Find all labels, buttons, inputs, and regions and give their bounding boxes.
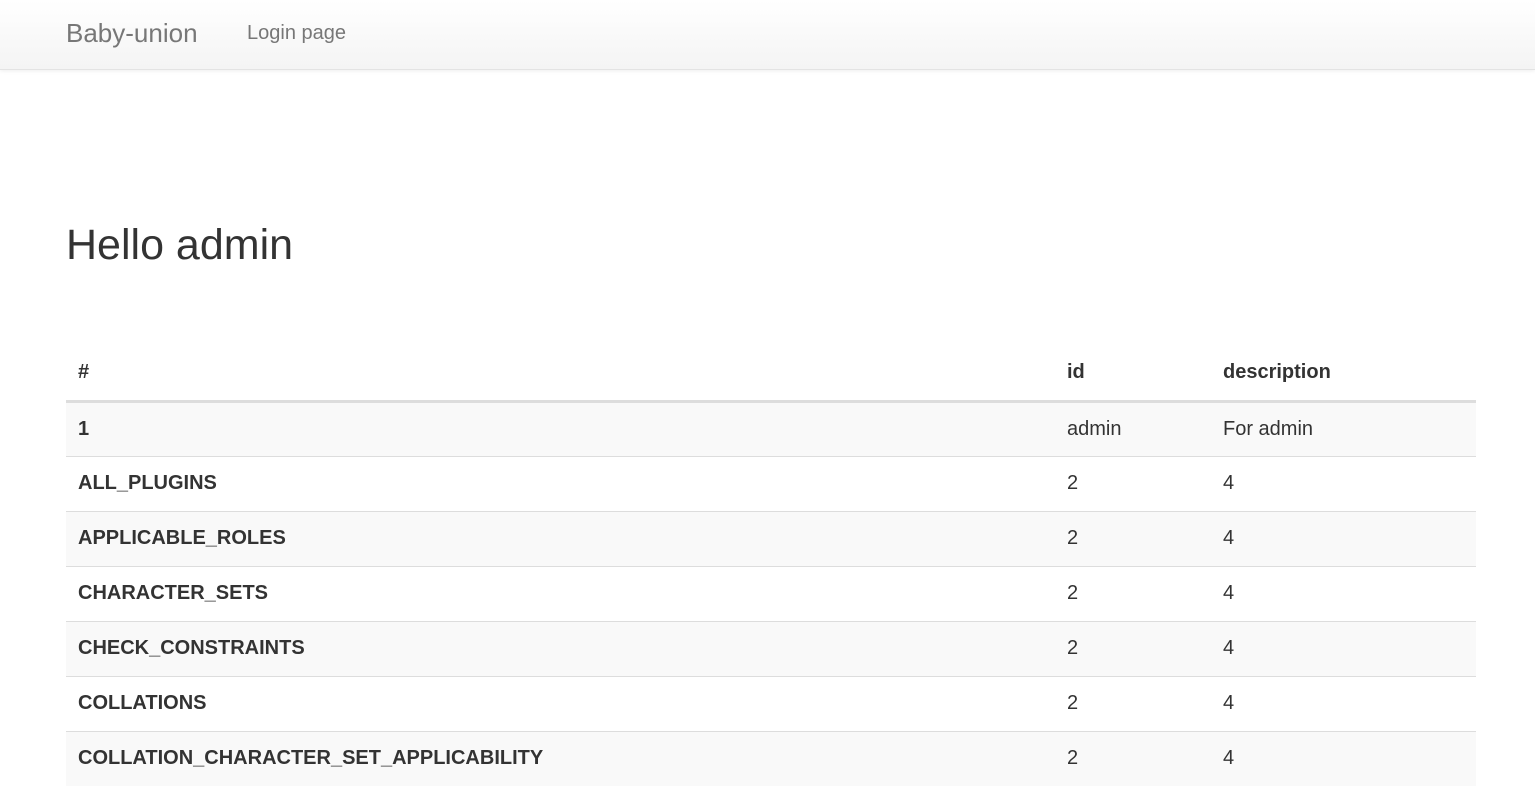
table-row: APPLICABLE_ROLES 2 4	[66, 510, 1476, 566]
row-number-cell: APPLICABLE_ROLES	[66, 510, 1055, 566]
row-number-cell: CHECK_CONSTRAINTS	[66, 620, 1055, 676]
row-description-cell: 4	[1211, 565, 1476, 621]
row-id-cell: 2	[1055, 675, 1211, 731]
row-description-cell: 4	[1211, 455, 1476, 511]
row-number-cell: 1	[66, 400, 1055, 456]
row-id-cell: 2	[1055, 620, 1211, 676]
table-row: CHARACTER_SETS 2 4	[66, 565, 1476, 621]
table-header-row: # id description	[66, 345, 1476, 403]
table-row: COLLATIONS 2 4	[66, 675, 1476, 731]
row-number-cell: COLLATIONS	[66, 675, 1055, 731]
row-id-cell: admin	[1055, 400, 1211, 456]
row-id-cell: 2	[1055, 510, 1211, 566]
top-navbar: Baby-union Login page	[0, 0, 1535, 70]
page-title: Hello admin	[66, 221, 294, 269]
table-row: ALL_PLUGINS 2 4	[66, 455, 1476, 511]
row-number-cell: CHARACTER_SETS	[66, 565, 1055, 621]
row-description-cell: 4	[1211, 620, 1476, 676]
row-number-cell: ALL_PLUGINS	[66, 455, 1055, 511]
table-row: COLLATION_CHARACTER_SET_APPLICABILITY 2 …	[66, 730, 1476, 786]
row-description-cell: For admin	[1211, 400, 1476, 456]
row-id-cell: 2	[1055, 455, 1211, 511]
row-description-cell: 4	[1211, 675, 1476, 731]
table-row: 1 admin For admin	[66, 400, 1476, 456]
row-description-cell: 4	[1211, 510, 1476, 566]
brand-link[interactable]: Baby-union	[66, 17, 198, 49]
table-row: CHECK_CONSTRAINTS 2 4	[66, 620, 1476, 676]
nav-link-login-page[interactable]: Login page	[247, 21, 346, 45]
row-number-cell: COLLATION_CHARACTER_SET_APPLICABILITY	[66, 730, 1055, 786]
column-header-number: #	[66, 345, 1055, 403]
results-table: # id description 1 admin For admin ALL_P…	[66, 345, 1476, 786]
row-id-cell: 2	[1055, 565, 1211, 621]
column-header-description: description	[1211, 345, 1476, 403]
row-description-cell: 4	[1211, 730, 1476, 786]
column-header-id: id	[1055, 345, 1211, 403]
row-id-cell: 2	[1055, 730, 1211, 786]
